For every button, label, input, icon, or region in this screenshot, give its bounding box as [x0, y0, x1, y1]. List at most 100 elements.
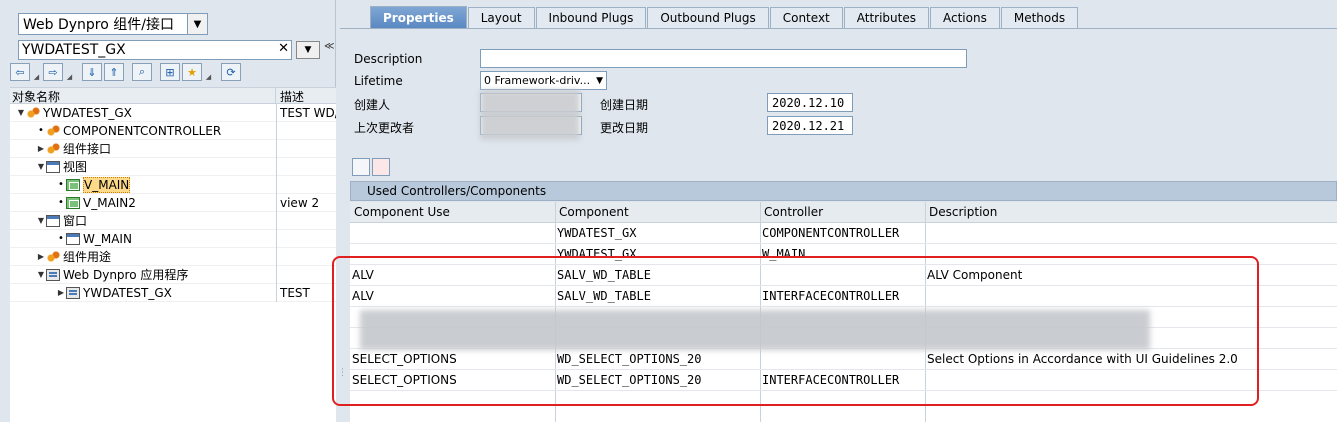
tree-row[interactable]: • V_MAIN2 view 2	[10, 194, 336, 212]
win-icon	[46, 160, 60, 173]
binoculars-icon[interactable]: ⌕	[132, 63, 152, 81]
tab-methods[interactable]: Methods	[1000, 7, 1079, 28]
created-by-label: 创建人	[354, 98, 391, 112]
expand-down-icon[interactable]: ⇓	[82, 63, 102, 81]
object-name-dropdown-button[interactable]: ▼	[296, 41, 320, 59]
tree-item-desc	[276, 248, 336, 266]
tree-row[interactable]: • COMPONENTCONTROLLER	[10, 122, 336, 140]
highlight-annotation	[332, 256, 1259, 406]
forward-icon[interactable]: ⇨	[43, 63, 63, 81]
clear-icon[interactable]: ✕	[278, 41, 289, 56]
tree-item-label[interactable]: V_MAIN	[83, 176, 131, 193]
expand-icon[interactable]: ▼	[36, 270, 46, 279]
tree-row[interactable]: ▼ 窗口	[10, 212, 336, 230]
tab-outbound-plugs[interactable]: Outbound Plugs	[647, 7, 769, 28]
tree-row[interactable]: ▶ 组件接口	[10, 140, 336, 158]
tree-item-desc: view 2	[276, 194, 336, 212]
leaf-bullet-icon: •	[38, 125, 44, 136]
leaf-bullet-icon: •	[58, 197, 64, 208]
description-input[interactable]	[480, 49, 967, 68]
leaf-bullet-icon: •	[58, 179, 64, 190]
grid-toolbar	[352, 158, 390, 176]
tree-item-label[interactable]: 组件接口	[63, 140, 111, 157]
hierarchy-icon[interactable]: ⊞	[160, 63, 180, 81]
refresh-icon[interactable]: ⟳	[221, 63, 241, 81]
tree-item-desc	[276, 176, 336, 194]
tree-item-label[interactable]: Web Dynpro 应用程序	[63, 266, 188, 283]
changed-by-label: 上次更改者	[354, 121, 415, 135]
more-icon[interactable]: ≪	[324, 41, 336, 59]
view-icon	[66, 196, 80, 209]
tab-properties[interactable]: Properties	[370, 6, 467, 28]
tree-row[interactable]: • W_MAIN	[10, 230, 336, 248]
tab-context[interactable]: Context	[769, 7, 843, 28]
favorites-menu-icon[interactable]: ◢	[204, 63, 213, 81]
collapse-icon[interactable]: ▶	[36, 144, 46, 153]
grid-title: Used Controllers/Components	[350, 181, 1337, 201]
grid-col-header[interactable]: Controller	[764, 205, 823, 219]
lifetime-select[interactable]: 0 Framework-driv... ▼	[480, 71, 607, 90]
grid-col-header[interactable]: Component	[559, 205, 629, 219]
grid-col-header[interactable]: Description	[929, 205, 997, 219]
tree-item-label[interactable]: V_MAIN2	[83, 196, 136, 210]
grid-cell: COMPONENTCONTROLLER	[762, 226, 900, 240]
tree-row[interactable]: • V_MAIN	[10, 176, 336, 194]
tab-actions[interactable]: Actions	[930, 7, 1000, 28]
win-icon	[46, 214, 60, 227]
app-icon	[66, 286, 80, 299]
grid-col-header[interactable]: Component Use	[354, 205, 450, 219]
tree-item-label[interactable]: YWDATEST_GX	[83, 286, 172, 300]
tree-row[interactable]: ▼ Web Dynpro 应用程序	[10, 266, 336, 284]
tree-row[interactable]: ▼ 视图	[10, 158, 336, 176]
grid-row[interactable]: YWDATEST_GX COMPONENTCONTROLLER	[350, 223, 1337, 244]
tab-attributes[interactable]: Attributes	[843, 7, 929, 28]
win-icon	[66, 232, 80, 245]
collapse-icon[interactable]: ▶	[36, 252, 46, 261]
expand-icon[interactable]: ▼	[36, 216, 46, 225]
forward-menu-icon[interactable]: ◢	[65, 63, 74, 81]
lifetime-value: 0 Framework-driv...	[484, 74, 591, 87]
tree-item-desc	[276, 122, 336, 140]
delete-row-icon[interactable]	[372, 158, 390, 176]
splitter-handle[interactable]: ⋮	[338, 368, 347, 378]
tab-inbound-plugs[interactable]: Inbound Plugs	[535, 7, 647, 28]
tree-item-label[interactable]: COMPONENTCONTROLLER	[63, 124, 221, 138]
tree-row[interactable]: ▶ 组件用途	[10, 248, 336, 266]
tree-item-label[interactable]: 窗口	[63, 212, 87, 229]
object-type-value: Web Dynpro 组件/接口	[23, 17, 174, 33]
tree-item-label[interactable]: YWDATEST_GX	[43, 106, 132, 120]
back-menu-icon[interactable]: ◢	[32, 63, 41, 81]
favorites-star-icon[interactable]: ★	[182, 63, 202, 81]
tab-layout[interactable]: Layout	[467, 7, 535, 28]
editor-tabs: Properties Layout Inbound Plugs Outbound Pl…	[370, 6, 1079, 28]
collapse-icon[interactable]: ▶	[56, 288, 66, 297]
comp-icon	[46, 142, 60, 155]
tree-item-label[interactable]: W_MAIN	[83, 232, 132, 246]
new-document-icon[interactable]	[352, 158, 370, 176]
collapse-up-icon[interactable]: ⇑	[104, 63, 124, 81]
created-on-label: 创建日期	[600, 98, 649, 112]
description-label: Description	[354, 52, 423, 66]
navigator-toolbar: ⇦ ◢ ⇨ ◢ ⇓ ⇑ ⌕ ⊞ ★ ◢ ⟳	[10, 62, 241, 82]
object-type-select[interactable]: Web Dynpro 组件/接口 ▼	[18, 13, 208, 35]
tree-row[interactable]: ▶ YWDATEST_GX TEST	[10, 284, 336, 302]
tree-item-label[interactable]: 视图	[63, 158, 87, 175]
tree-col-desc[interactable]: 描述	[276, 88, 304, 104]
expand-icon[interactable]: ▼	[36, 162, 46, 171]
tree-item-desc	[276, 266, 336, 284]
tree-item-label[interactable]: 组件用途	[63, 248, 111, 265]
tree-col-name[interactable]: 对象名称	[10, 88, 276, 104]
chevron-down-icon[interactable]: ▼	[187, 14, 207, 34]
chevron-down-icon: ▼	[596, 75, 603, 86]
created-on-field: 2020.12.10	[767, 93, 853, 112]
object-name-input[interactable]: YWDATEST_GX ✕	[18, 40, 292, 60]
back-icon[interactable]: ⇦	[10, 63, 30, 81]
tree-item-desc	[276, 230, 336, 248]
changed-on-label: 更改日期	[600, 121, 649, 135]
object-tree: ▼ YWDATEST_GX TEST WD/ • COMPONENTCONTROLLER…	[10, 104, 336, 422]
tree-row[interactable]: ▼ YWDATEST_GX TEST WD/	[10, 104, 336, 122]
comp-icon	[46, 124, 60, 137]
expand-icon[interactable]: ▼	[16, 108, 26, 117]
app-icon	[46, 268, 60, 281]
leaf-bullet-icon: •	[58, 233, 64, 244]
